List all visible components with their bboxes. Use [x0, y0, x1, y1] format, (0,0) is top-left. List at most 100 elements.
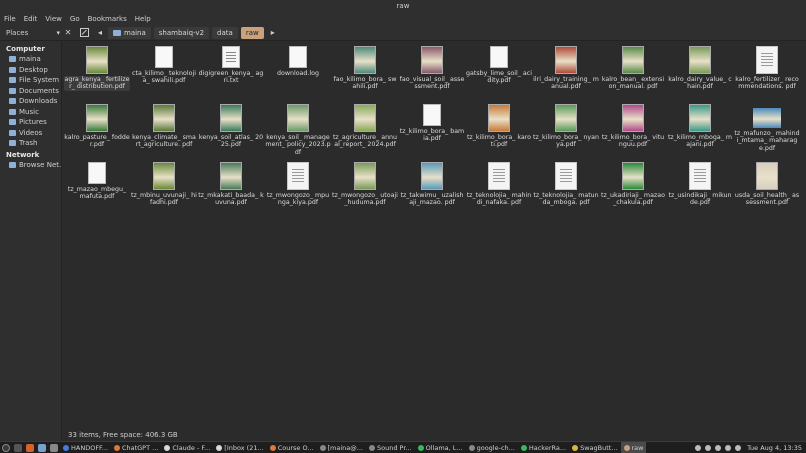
file-item[interactable]: digigreen_kenya_ agri.txt — [198, 46, 264, 85]
sidebar-item-file-system[interactable]: File System — [0, 75, 61, 86]
toggle-location-icon[interactable] — [78, 27, 90, 39]
file-item[interactable]: tz_mbinu_uvunaji_ hifadhi.pdf — [131, 162, 197, 207]
file-item[interactable]: kalro_bean_ extension_manual. pdf — [600, 46, 666, 91]
menu-bar: File Edit View Go Bookmarks Help — [0, 12, 806, 25]
file-item[interactable]: tz_kilimo_bora_ bamia.pdf — [399, 104, 465, 143]
taskbar-window-button[interactable]: ChatGPT ... — [111, 442, 161, 453]
pdf-thumbnail-icon — [689, 46, 711, 74]
menu-edit[interactable]: Edit — [24, 15, 38, 23]
brave-icon[interactable] — [26, 443, 34, 452]
taskbar-window-button[interactable]: Ollama, L... — [415, 442, 466, 453]
sidebar-item-documents[interactable]: Documents — [0, 86, 61, 97]
file-item[interactable]: tz_ukadiriaji_ mazao_chakula.pdf — [600, 162, 666, 207]
file-item[interactable]: tz_teknolojia_ matunda_mboga. pdf — [533, 162, 599, 207]
close-sidebar-icon[interactable]: ✕ — [62, 27, 74, 39]
sidebar-item-videos[interactable]: Videos — [0, 128, 61, 139]
pdf-thumbnail-icon — [153, 104, 175, 132]
file-item[interactable]: kalro_pasture_ fodder.pdf — [64, 104, 130, 149]
menu-help[interactable]: Help — [135, 15, 151, 23]
taskbar-window-button[interactable]: HackerRa... — [518, 442, 569, 453]
menu-file[interactable]: File — [4, 15, 16, 23]
file-item[interactable]: tz_kilimo_mboga_ majani.pdf — [667, 104, 733, 149]
breadcrumb-raw[interactable]: raw — [240, 26, 264, 39]
app-icon — [623, 444, 630, 451]
taskbar-window-button[interactable]: Course O... — [267, 442, 317, 453]
chevron-right-icon[interactable]: ▸ — [267, 27, 279, 39]
clock[interactable]: Tue Aug 4, 13:35 — [747, 444, 802, 452]
file-item[interactable]: tz_takwimu_ uzalishaji_mazao. pdf — [399, 162, 465, 207]
file-item[interactable]: agra_kenya_ fertilizer_ distribution.pdf — [64, 46, 130, 91]
file-item[interactable]: usda_soil_health_ assessment.pdf — [734, 162, 800, 207]
taskbar-window-button[interactable]: [maina@... — [317, 442, 366, 453]
file-item[interactable]: kalro_dairy_value_ chain.pdf — [667, 46, 733, 91]
pdf-thumbnail-icon — [86, 46, 108, 74]
files-icon[interactable] — [38, 443, 46, 452]
taskbar-window-button[interactable]: HANDOFF... — [60, 442, 111, 453]
taskbar-window-button[interactable]: Claude - F... — [161, 442, 213, 453]
breadcrumb-shambaiq[interactable]: shambaiq-v2 — [153, 26, 210, 39]
taskbar-window-label: HackerRa... — [528, 443, 567, 452]
sidebar-item-downloads[interactable]: Downloads — [0, 96, 61, 107]
file-item[interactable]: ilri_dairy_training_ manual.pdf — [533, 46, 599, 91]
sidebar-item-pictures[interactable]: Pictures — [0, 117, 61, 128]
breadcrumb-data[interactable]: data — [212, 26, 238, 39]
sidebar-item-maina[interactable]: maina — [0, 54, 61, 65]
file-item[interactable]: tz_kilimo_bora_ nyanya.pdf — [533, 104, 599, 149]
taskbar-window-button[interactable]: Sound Pr... — [366, 442, 415, 453]
window-icon[interactable] — [50, 443, 58, 452]
file-item[interactable]: kenya_soil_atlas_ 2025.pdf — [198, 104, 264, 149]
file-item[interactable]: tz_mafunzo_ mahindi_mtama_ maharage.pdf — [734, 104, 800, 152]
file-item[interactable]: gatsby_lime_soil_ acidity.pdf — [466, 46, 532, 85]
sidebar-item-browse-net[interactable]: Browse Net... — [0, 160, 61, 171]
menu-bookmarks[interactable]: Bookmarks — [88, 15, 127, 23]
file-item[interactable]: fao_kilimo_bora_ swahili.pdf — [332, 46, 398, 91]
battery-icon[interactable] — [735, 444, 742, 451]
file-name: tz_agriculture_ annual_report_ 2024.pdf — [332, 134, 398, 149]
volume-icon[interactable] — [725, 444, 732, 451]
chevron-left-icon[interactable]: ◂ — [94, 27, 106, 39]
taskbar-window-button[interactable]: google-ch... — [466, 442, 518, 453]
pdf-thumbnail-icon — [488, 162, 510, 190]
shield-icon[interactable] — [715, 444, 722, 451]
file-item[interactable]: tz_usindikaji_ mikunde.pdf — [667, 162, 733, 207]
file-name: tz_teknolojia_ mahindi_nafaka. pdf — [466, 192, 532, 207]
app-icon — [319, 444, 326, 451]
sidebar-item-desktop[interactable]: Desktop — [0, 65, 61, 76]
system-tray: Tue Aug 4, 13:35 — [693, 444, 806, 452]
taskbar-window-button[interactable]: [Inbox (21... — [213, 442, 266, 453]
toolbar: Places ▾ ✕ ◂ maina shambaiq-v2 data raw … — [0, 25, 806, 41]
menu-view[interactable]: View — [45, 15, 62, 23]
network-icon[interactable] — [705, 444, 712, 451]
file-name: tz_mkakati_baada_ kuvuna.pdf — [198, 192, 264, 207]
file-item[interactable]: kenya_soil_ management_ policy_2023.pdf — [265, 104, 331, 156]
taskbar-window-button[interactable]: raw — [620, 442, 647, 453]
file-item[interactable]: tz_agriculture_ annual_report_ 2024.pdf — [332, 104, 398, 149]
file-name: tz_mwongozo_ mpunga_kiya.pdf — [266, 192, 330, 207]
bluetooth-icon[interactable] — [695, 444, 702, 451]
sidebar-item-trash[interactable]: Trash — [0, 138, 61, 149]
file-item[interactable]: fao_visual_soil_ assessment.pdf — [399, 46, 465, 91]
file-item[interactable]: tz_mwongozo_ utoaji_huduma.pdf — [332, 162, 398, 207]
text-file-icon — [222, 46, 240, 68]
terminal-icon[interactable] — [14, 443, 22, 452]
file-item[interactable]: tz_kilimo_bora_ vitunguu.pdf — [600, 104, 666, 149]
file-item[interactable]: tz_kilimo_bora_ karoti.pdf — [466, 104, 532, 149]
file-item[interactable]: kenya_climate_ smart_agriculture. pdf — [131, 104, 197, 149]
taskbar-window-label: Claude - F... — [172, 443, 211, 452]
file-item[interactable]: download.log — [265, 46, 331, 77]
file-item[interactable]: cta_kilimo_ teknolojia_ swahili.pdf — [131, 46, 197, 85]
file-item[interactable]: kalro_fertilizer_ recommendations. pdf — [734, 46, 800, 91]
file-item[interactable]: tz_mwongozo_ mpunga_kiya.pdf — [265, 162, 331, 207]
pdf-thumbnail-icon — [421, 46, 443, 74]
file-item[interactable]: tz_mazao_mbegu_ mafuta.pdf — [64, 162, 130, 201]
breadcrumb-maina[interactable]: maina — [108, 26, 151, 39]
file-item[interactable]: tz_teknolojia_ mahindi_nafaka. pdf — [466, 162, 532, 207]
file-item[interactable]: tz_mkakati_baada_ kuvuna.pdf — [198, 162, 264, 207]
sidebar-item-label: Videos — [19, 128, 43, 137]
file-name: fao_visual_soil_ assessment.pdf — [399, 76, 465, 91]
sidebar-item-music[interactable]: Music — [0, 107, 61, 118]
places-selector[interactable]: Places ▾ — [4, 26, 62, 39]
taskbar-window-button[interactable]: SwagButt... — [569, 442, 620, 453]
menu-go[interactable]: Go — [70, 15, 80, 23]
menu-icon[interactable] — [2, 443, 10, 452]
